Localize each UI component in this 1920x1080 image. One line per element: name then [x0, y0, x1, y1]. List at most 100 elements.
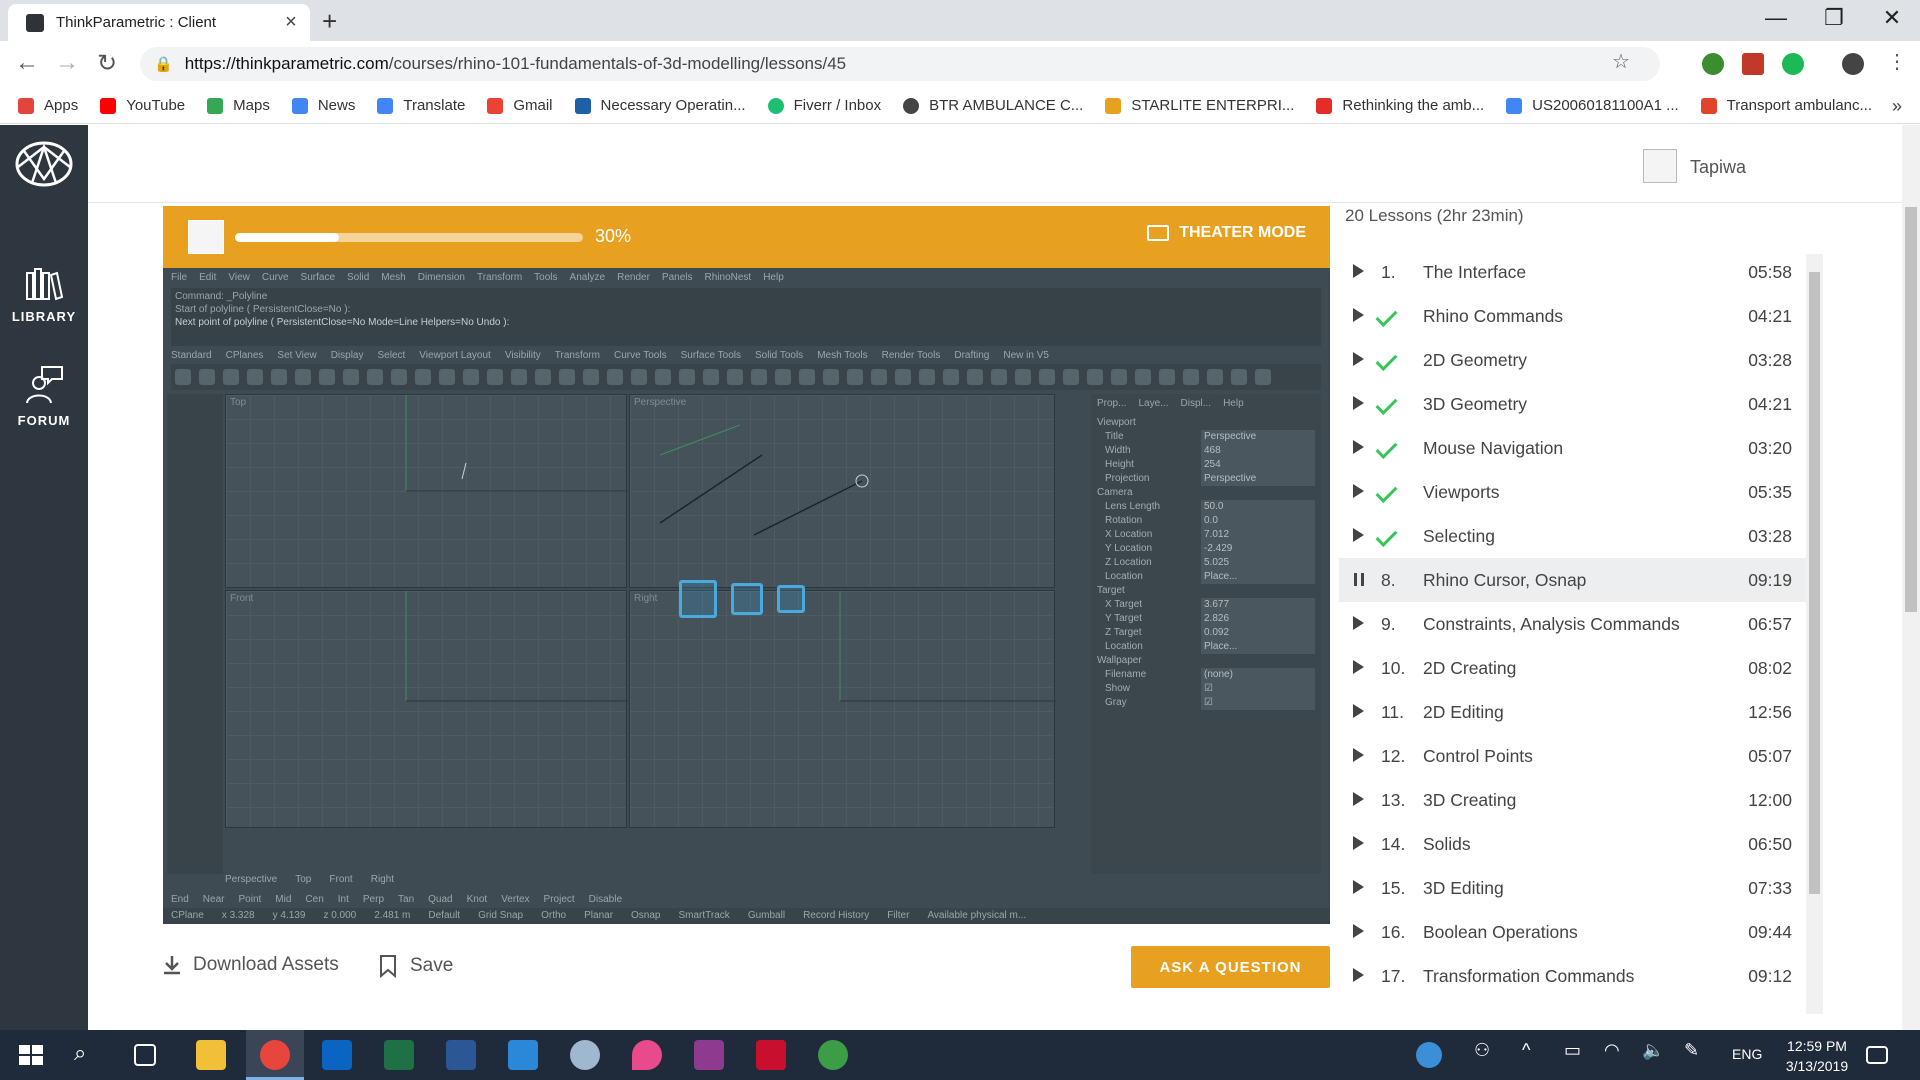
excel-icon[interactable] [384, 1040, 414, 1070]
play-icon[interactable] [1353, 440, 1364, 454]
play-icon[interactable] [1353, 660, 1364, 674]
play-icon[interactable] [1353, 484, 1364, 498]
lesson-item[interactable]: 2D Geometry 03:28 [1339, 338, 1806, 382]
language-indicator[interactable]: ENG [1732, 1046, 1762, 1062]
page-scrollbar[interactable] [1902, 125, 1920, 1030]
acrobat-icon[interactable] [756, 1040, 786, 1070]
bookmark-item[interactable]: Apps [18, 97, 78, 114]
lesson-item[interactable]: 1. The Interface 05:58 [1339, 250, 1806, 294]
bookmark-item[interactable]: YouTube [100, 97, 185, 114]
volume-icon[interactable]: 🔈 [1642, 1040, 1672, 1070]
lesson-item[interactable]: 17. Transformation Commands 09:12 [1339, 954, 1806, 998]
lesson-item[interactable]: Mouse Navigation 03:20 [1339, 426, 1806, 470]
sidebar-item-forum[interactable]: FORUM [0, 363, 88, 428]
play-icon[interactable] [1353, 528, 1364, 542]
play-icon[interactable] [1353, 968, 1364, 982]
outlook-icon[interactable] [322, 1040, 352, 1070]
play-icon[interactable] [1353, 704, 1364, 718]
reload-icon[interactable]: ↻ [92, 49, 122, 78]
app-icon[interactable] [818, 1040, 848, 1070]
lesson-item[interactable]: 16. Boolean Operations 09:44 [1339, 910, 1806, 954]
bookmark-item[interactable]: BTR AMBULANCE C... [903, 97, 1083, 114]
url-bar[interactable]: 🔒 https://thinkparametric.com/courses/rh… [140, 47, 1660, 81]
battery-icon[interactable]: ▭ [1564, 1040, 1594, 1070]
avatar[interactable] [1643, 149, 1677, 183]
play-icon[interactable] [1353, 792, 1364, 806]
browser-tab[interactable]: ThinkParametric : Client × [8, 4, 310, 41]
scrollbar-thumb[interactable] [1809, 272, 1820, 894]
word-icon[interactable] [446, 1040, 476, 1070]
lesson-item[interactable]: 14. Solids 06:50 [1339, 822, 1806, 866]
ask-question-button[interactable]: ASK A QUESTION [1131, 946, 1330, 988]
maximize-icon[interactable]: ❐ [1814, 5, 1854, 31]
bookmark-item[interactable]: Fiverr / Inbox [767, 97, 881, 114]
pen-icon[interactable]: ✎ [1684, 1040, 1714, 1070]
thinkparametric-logo-icon[interactable] [14, 139, 74, 194]
play-icon[interactable] [1353, 880, 1364, 894]
bookmark-star-icon[interactable]: ☆ [1606, 49, 1636, 74]
lesson-item[interactable]: 11. 2D Editing 12:56 [1339, 690, 1806, 734]
theater-mode-button[interactable]: THEATER MODE [1147, 224, 1306, 242]
bookmark-item[interactable]: Translate [377, 97, 465, 114]
search-icon[interactable]: ⌕ [74, 1040, 104, 1070]
people-icon[interactable]: ⚇ [1474, 1040, 1504, 1070]
notifications-icon[interactable] [1866, 1046, 1888, 1064]
video-player[interactable]: 30% THEATER MODE File Edit View Curve Surfac… [163, 206, 1330, 924]
bookmark-item[interactable]: Gmail [487, 97, 553, 114]
pause-icon[interactable] [1354, 573, 1364, 586]
extension-icon[interactable] [1702, 53, 1724, 75]
clock[interactable]: 12:59 PM 3/13/2019 [1772, 1036, 1862, 1076]
play-icon[interactable] [1353, 308, 1364, 322]
winrar-icon[interactable] [694, 1040, 724, 1070]
chrome-icon[interactable] [260, 1040, 290, 1070]
forward-icon[interactable]: → [52, 49, 82, 77]
save-button[interactable]: Save [378, 954, 453, 978]
play-icon[interactable] [1353, 616, 1364, 630]
play-icon[interactable] [1353, 396, 1364, 410]
lesson-item[interactable]: 3D Geometry 04:21 [1339, 382, 1806, 426]
lesson-item[interactable]: Selecting 03:28 [1339, 514, 1806, 558]
minimize-icon[interactable]: — [1756, 5, 1796, 31]
sidebar-item-library[interactable]: LIBRARY [0, 265, 88, 324]
lesson-item[interactable]: Rhino Commands 04:21 [1339, 294, 1806, 338]
bookmark-item[interactable]: Necessary Operatin... [574, 97, 746, 114]
extension-green-icon[interactable] [1782, 53, 1804, 75]
play-icon[interactable] [1353, 748, 1364, 762]
lesson-item[interactable]: Viewports 05:35 [1339, 470, 1806, 514]
lesson-item[interactable]: 12. Control Points 05:07 [1339, 734, 1806, 778]
lesson-item[interactable]: 9. Constraints, Analysis Commands 06:57 [1339, 602, 1806, 646]
bookmark-item[interactable]: Transport ambulanc... [1700, 97, 1872, 114]
back-icon[interactable]: ← [12, 49, 42, 77]
bookmark-item[interactable]: Maps [207, 97, 270, 114]
new-tab-icon[interactable]: + [322, 6, 337, 37]
pdf-extension-icon[interactable] [1742, 53, 1764, 75]
lesson-item[interactable]: 15. 3D Editing 07:33 [1339, 866, 1806, 910]
photos-icon[interactable] [508, 1040, 538, 1070]
scrollbar-thumb[interactable] [1905, 207, 1917, 612]
tray-app-icon[interactable] [1416, 1042, 1442, 1068]
lesson-item[interactable]: 10. 2D Creating 08:02 [1339, 646, 1806, 690]
play-icon[interactable] [1353, 836, 1364, 850]
lesson-item[interactable]: 13. 3D Creating 12:00 [1339, 778, 1806, 822]
lesson-list-scrollbar[interactable] [1806, 254, 1823, 1014]
lesson-item[interactable]: 8. Rhino Cursor, Osnap 09:19 [1339, 558, 1806, 602]
play-icon[interactable] [1353, 924, 1364, 938]
browser-menu-icon[interactable]: ⋮ [1882, 49, 1912, 74]
tab-close-icon[interactable]: × [278, 11, 304, 34]
play-icon[interactable] [1353, 264, 1364, 278]
play-icon[interactable] [1353, 352, 1364, 366]
user-name[interactable]: Tapiwa [1690, 157, 1746, 178]
wifi-icon[interactable]: ◠ [1604, 1040, 1634, 1070]
bookmark-item[interactable]: STARLITE ENTERPRI... [1105, 97, 1294, 114]
task-view-icon[interactable] [134, 1044, 156, 1066]
bookmark-item[interactable]: News [291, 97, 355, 114]
download-assets-button[interactable]: Download Assets [161, 954, 339, 976]
maps-app-icon[interactable] [632, 1040, 662, 1070]
bookmarks-overflow-icon[interactable]: » [1892, 96, 1902, 117]
window-close-icon[interactable]: ✕ [1872, 5, 1912, 31]
bookmark-item[interactable]: Rethinking the amb... [1316, 97, 1484, 114]
paint-icon[interactable] [570, 1040, 600, 1070]
profile-avatar-icon[interactable] [1842, 53, 1864, 75]
bookmark-item[interactable]: US20060181100A1 ... [1506, 97, 1679, 114]
start-icon[interactable] [16, 1040, 46, 1070]
